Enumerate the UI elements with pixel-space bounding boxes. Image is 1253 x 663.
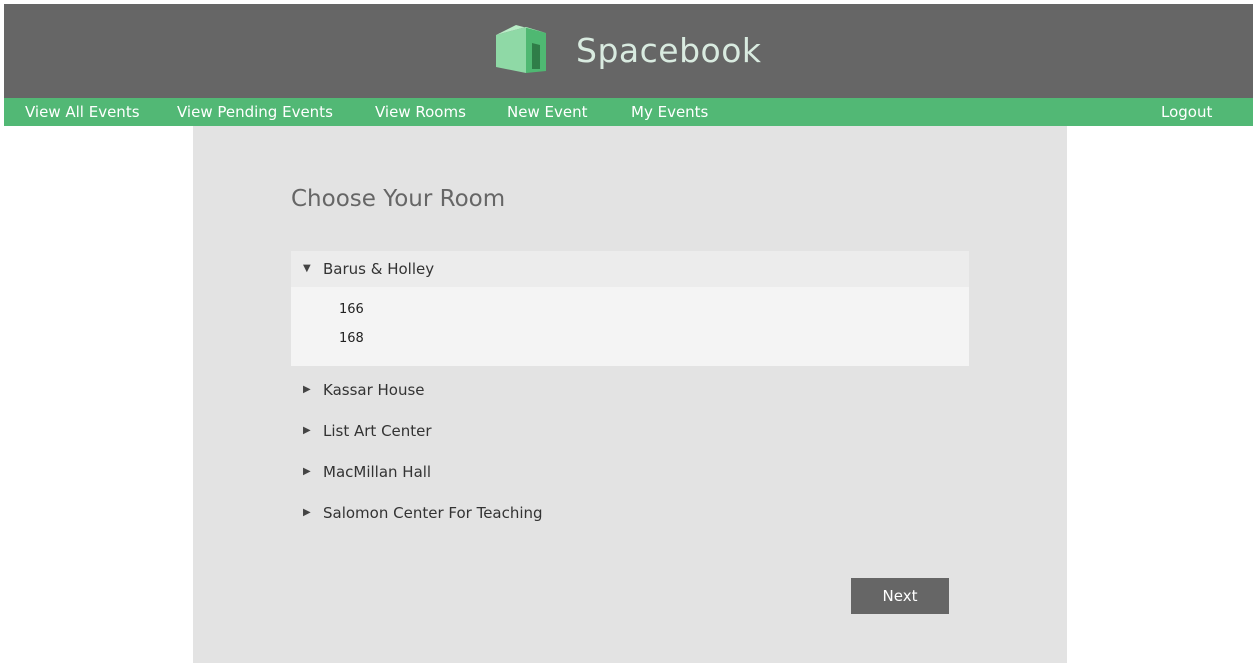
building-barus-holley[interactable]: ▼ Barus & Holley 166 168 bbox=[291, 251, 969, 366]
caret-right-icon: ▶ bbox=[303, 466, 311, 477]
building-name: Salomon Center For Teaching bbox=[323, 504, 543, 522]
app-header: Spacebook bbox=[4, 4, 1253, 98]
main-nav: View All Events View Pending Events View… bbox=[4, 98, 1253, 126]
building-list-art-center[interactable]: ▶ List Art Center bbox=[291, 413, 969, 449]
caret-right-icon: ▶ bbox=[303, 384, 311, 395]
page-title: Choose Your Room bbox=[291, 186, 506, 212]
room-list: 166 168 bbox=[291, 287, 969, 366]
nav-my-events[interactable]: My Events bbox=[631, 98, 708, 126]
building-header[interactable]: ▶ Kassar House bbox=[291, 372, 969, 408]
caret-down-icon: ▼ bbox=[303, 263, 311, 274]
building-name: MacMillan Hall bbox=[323, 463, 432, 481]
spacebook-logo-icon bbox=[496, 25, 546, 73]
brand[interactable]: Spacebook bbox=[492, 20, 762, 80]
next-button[interactable]: Next bbox=[851, 578, 949, 614]
room-168[interactable]: 168 bbox=[291, 324, 969, 353]
caret-right-icon: ▶ bbox=[303, 507, 311, 518]
building-header[interactable]: ▶ List Art Center bbox=[291, 413, 969, 449]
nav-new-event[interactable]: New Event bbox=[507, 98, 587, 126]
nav-logout[interactable]: Logout bbox=[1161, 98, 1212, 126]
building-name: Barus & Holley bbox=[323, 260, 435, 278]
nav-view-rooms[interactable]: View Rooms bbox=[375, 98, 466, 126]
building-kassar-house[interactable]: ▶ Kassar House bbox=[291, 372, 969, 408]
room-selection-panel: Choose Your Room ▼ Barus & Holley 166 168… bbox=[193, 126, 1067, 663]
building-header[interactable]: ▼ Barus & Holley bbox=[291, 251, 969, 287]
building-macmillan-hall[interactable]: ▶ MacMillan Hall bbox=[291, 454, 969, 490]
nav-view-pending-events[interactable]: View Pending Events bbox=[177, 98, 333, 126]
building-header[interactable]: ▶ Salomon Center For Teaching bbox=[291, 495, 969, 531]
nav-view-all-events[interactable]: View All Events bbox=[25, 98, 140, 126]
building-name: List Art Center bbox=[323, 422, 432, 440]
building-salomon-center[interactable]: ▶ Salomon Center For Teaching bbox=[291, 495, 969, 531]
building-header[interactable]: ▶ MacMillan Hall bbox=[291, 454, 969, 490]
building-name: Kassar House bbox=[323, 381, 425, 399]
brand-name: Spacebook bbox=[576, 30, 762, 70]
room-166[interactable]: 166 bbox=[291, 295, 969, 324]
caret-right-icon: ▶ bbox=[303, 425, 311, 436]
